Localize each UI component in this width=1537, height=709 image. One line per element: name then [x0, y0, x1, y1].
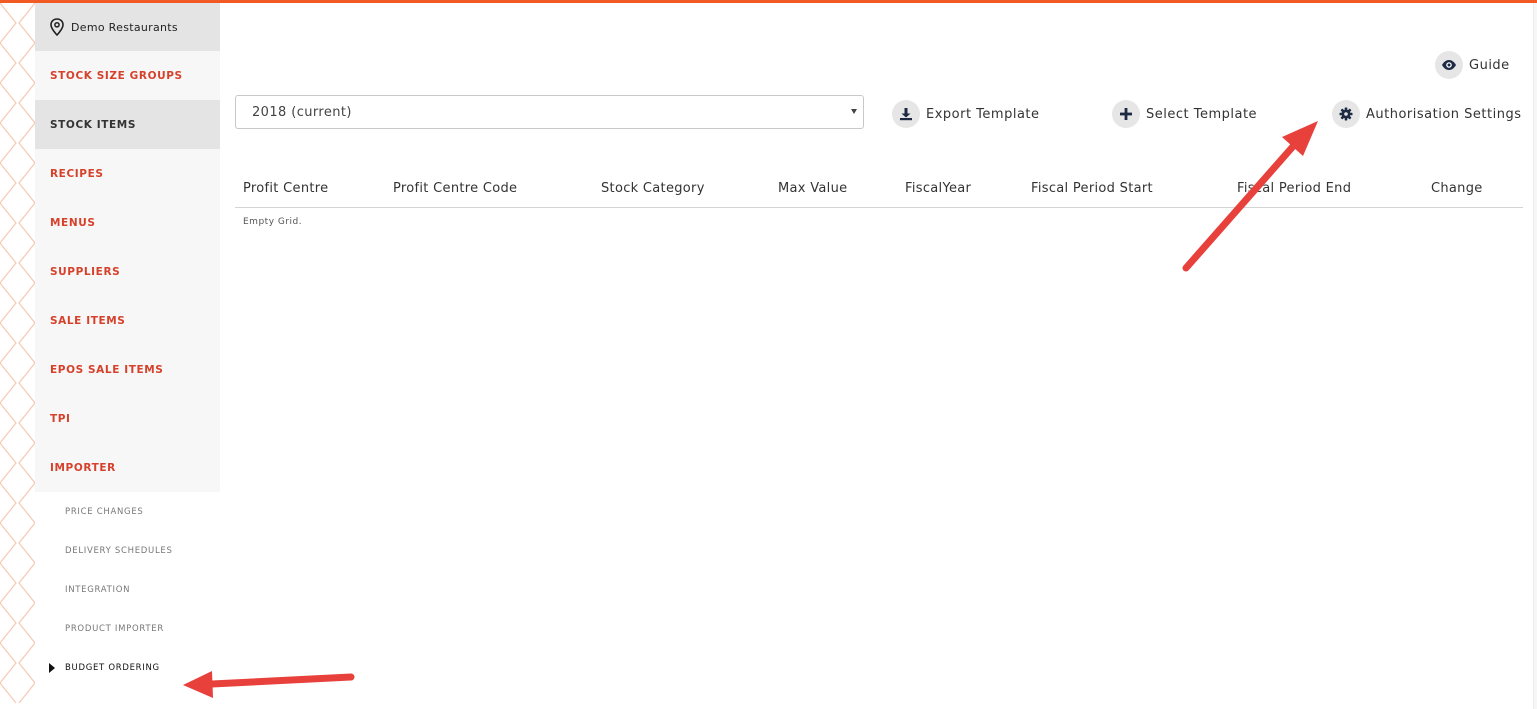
select-template-button[interactable]: Select Template	[1112, 100, 1257, 128]
sidebar-subitem-budget-ordering[interactable]: BUDGET ORDERING	[35, 648, 220, 687]
fiscal-year-select[interactable]: 2018 (current)	[235, 95, 864, 129]
authorisation-settings-label: Authorisation Settings	[1366, 106, 1522, 122]
column-header-fiscal-period-end[interactable]: Fiscal Period End	[1237, 181, 1351, 196]
guide-button[interactable]: Guide	[1435, 51, 1510, 79]
fiscal-year-value: 2018 (current)	[252, 104, 352, 120]
export-template-label: Export Template	[926, 106, 1040, 122]
column-header-fiscal-year[interactable]: FiscalYear	[905, 181, 971, 196]
column-header-stock-category[interactable]: Stock Category	[601, 181, 705, 196]
sidebar-item-suppliers[interactable]: SUPPLIERS	[35, 247, 220, 296]
sidebar-subitem-integration[interactable]: INTEGRATION	[35, 570, 220, 609]
sidebar: Demo Restaurants STOCK SIZE GROUPS STOCK…	[35, 3, 220, 709]
column-header-max-value[interactable]: Max Value	[778, 181, 847, 196]
column-header-profit-centre[interactable]: Profit Centre	[243, 181, 328, 196]
column-header-profit-centre-code[interactable]: Profit Centre Code	[393, 181, 517, 196]
sidebar-subitem-label: BUDGET ORDERING	[65, 662, 160, 673]
background-pattern	[0, 3, 35, 709]
authorisation-settings-button[interactable]: Authorisation Settings	[1332, 100, 1521, 128]
plus-icon	[1112, 100, 1140, 128]
export-template-button[interactable]: Export Template	[892, 100, 1040, 128]
sidebar-item-importer[interactable]: IMPORTER	[35, 443, 220, 492]
select-template-label: Select Template	[1146, 106, 1258, 122]
right-edge-strip	[1533, 3, 1537, 709]
sidebar-item-recipes[interactable]: RECIPES	[35, 149, 220, 198]
sidebar-item-epos-sale-items[interactable]: EPOS SALE ITEMS	[35, 345, 220, 394]
grid-header: Profit Centre Profit Centre Code Stock C…	[235, 171, 1523, 208]
sidebar-item-stock-size-groups[interactable]: STOCK SIZE GROUPS	[35, 51, 220, 100]
sidebar-item-tpi[interactable]: TPI	[35, 394, 220, 443]
sidebar-subitem-delivery-schedules[interactable]: DELIVERY SCHEDULES	[35, 531, 220, 570]
top-accent-bar	[0, 0, 1537, 3]
column-header-change[interactable]: Change	[1431, 181, 1483, 196]
caret-right-icon	[49, 663, 55, 673]
eye-icon	[1435, 51, 1463, 79]
download-icon	[892, 100, 920, 128]
sidebar-subitem-price-changes[interactable]: PRICE CHANGES	[35, 492, 220, 531]
empty-grid-message: Empty Grid.	[243, 217, 303, 227]
location-name: Demo Restaurants	[71, 20, 178, 34]
gear-icon	[1332, 100, 1360, 128]
sidebar-item-sale-items[interactable]: SALE ITEMS	[35, 296, 220, 345]
dropdown-arrow-icon	[851, 109, 857, 114]
guide-label: Guide	[1469, 57, 1510, 73]
sidebar-subitem-product-importer[interactable]: PRODUCT IMPORTER	[35, 609, 220, 648]
map-pin-icon	[49, 18, 65, 36]
sidebar-item-stock-items[interactable]: STOCK ITEMS	[35, 100, 220, 149]
location-selector[interactable]: Demo Restaurants	[35, 3, 220, 51]
column-header-fiscal-period-start[interactable]: Fiscal Period Start	[1031, 181, 1153, 196]
sidebar-item-menus[interactable]: MENUS	[35, 198, 220, 247]
